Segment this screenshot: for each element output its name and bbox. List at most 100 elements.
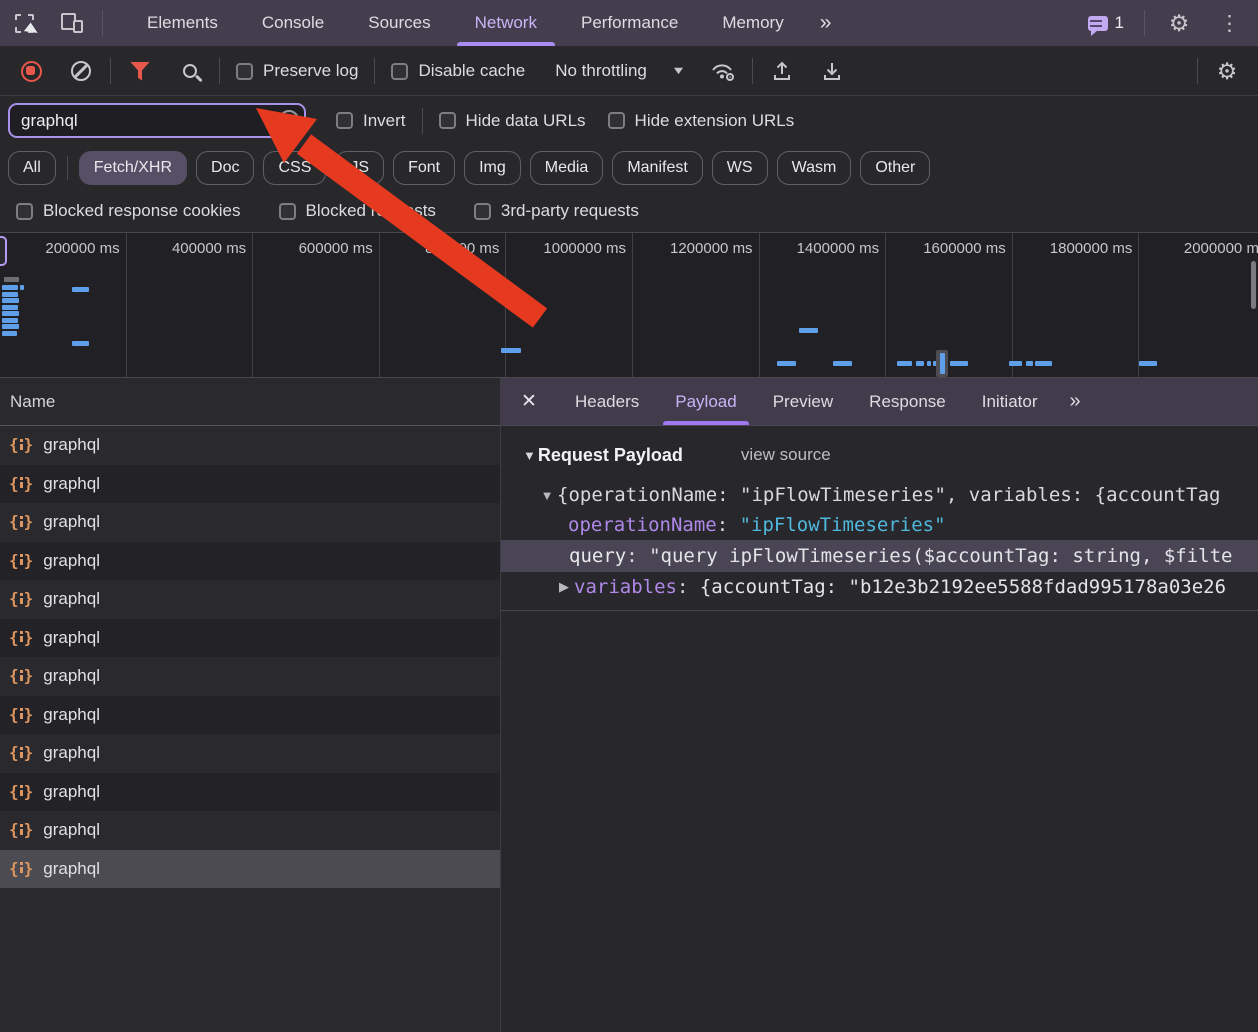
network-overview-timeline[interactable]: 200000 ms400000 ms600000 ms800000 ms1000… [0, 233, 1258, 378]
filter-input[interactable] [8, 103, 306, 138]
divider [374, 58, 375, 84]
extra-filter-checkbox[interactable] [279, 203, 296, 220]
customize-menu-button[interactable]: ⋮ [1207, 11, 1252, 36]
payload-operation-row[interactable]: operationName: "ipFlowTimeseries" [501, 510, 1258, 540]
preserve-log-toggle[interactable]: Preserve log [228, 61, 366, 81]
request-row[interactable]: graphql [0, 696, 500, 735]
type-filter-pill[interactable]: Wasm [777, 151, 852, 185]
close-details-button[interactable]: ✕ [501, 378, 557, 425]
json-request-icon [9, 553, 33, 569]
filter-toggle-button[interactable] [119, 53, 161, 89]
details-tab[interactable]: Initiator [964, 378, 1056, 425]
devtools-tab-bar: ElementsConsoleSourcesNetworkPerformance… [0, 0, 1258, 47]
details-tab[interactable]: Payload [657, 378, 754, 425]
issues-button[interactable]: 1 [1078, 13, 1134, 33]
record-icon [21, 61, 42, 82]
hide-data-urls-toggle[interactable]: Hide data URLs [433, 111, 592, 131]
type-filter-pill[interactable]: WS [712, 151, 768, 185]
extra-filter-toggle[interactable]: 3rd-party requests [466, 201, 647, 221]
main-tab[interactable]: Elements [125, 0, 240, 46]
json-request-icon [9, 861, 33, 877]
request-row[interactable]: graphql [0, 503, 500, 542]
hide-extension-urls-toggle[interactable]: Hide extension URLs [602, 111, 801, 131]
requests-panel: Name graphql graphql graphql graphql gra… [0, 378, 501, 1032]
timeline-range-handle[interactable] [0, 236, 7, 266]
type-filter-pill[interactable]: Manifest [612, 151, 702, 185]
gear-icon: ⚙ [1169, 12, 1190, 35]
clear-network-log-button[interactable] [60, 53, 102, 89]
type-filter-pill[interactable]: Doc [196, 151, 254, 185]
waterfall-bar [2, 298, 19, 303]
type-filter-pill[interactable]: CSS [263, 151, 326, 185]
request-row[interactable]: graphql [0, 734, 500, 773]
details-tab[interactable]: Headers [557, 378, 657, 425]
request-row[interactable]: graphql [0, 657, 500, 696]
extra-filter-toggle[interactable]: Blocked requests [271, 201, 444, 221]
clear-filter-icon[interactable]: ✕ [279, 110, 299, 130]
record-network-log-button[interactable] [10, 53, 52, 89]
type-filter-pill[interactable]: Other [860, 151, 930, 185]
extra-filter-checkbox[interactable] [474, 203, 491, 220]
more-tabs-button[interactable]: » [806, 0, 844, 46]
details-tab[interactable]: Response [851, 378, 964, 425]
expander-icon[interactable]: ▶ [554, 579, 574, 595]
type-filter-pill[interactable]: Media [530, 151, 604, 185]
export-har-button[interactable] [811, 53, 853, 89]
details-tab-bar: ✕ HeadersPayloadPreviewResponseInitiator… [501, 378, 1258, 426]
preserve-log-checkbox[interactable] [236, 63, 253, 80]
waterfall-bar [1139, 361, 1157, 366]
invert-filter-toggle[interactable]: Invert [330, 111, 412, 131]
hide-extension-urls-checkbox[interactable] [608, 112, 625, 129]
main-tab[interactable]: Console [240, 0, 346, 46]
type-filter-all[interactable]: All [8, 151, 56, 185]
waterfall-bar [897, 361, 912, 366]
type-filter-pill[interactable]: JS [335, 151, 384, 185]
throttling-dropdown[interactable]: No throttling ▼ [541, 61, 694, 81]
expander-icon[interactable]: ▼ [537, 488, 557, 503]
waterfall-bars [0, 233, 1258, 377]
waterfall-bar [950, 361, 968, 366]
request-row[interactable]: graphql [0, 619, 500, 658]
name-column-header[interactable]: Name [0, 378, 500, 426]
disable-cache-toggle[interactable]: Disable cache [383, 61, 533, 81]
request-row[interactable]: graphql [0, 580, 500, 619]
timeline-scrollbar[interactable] [1251, 261, 1256, 309]
settings-button[interactable]: ⚙ [1155, 12, 1203, 35]
details-tab[interactable]: Preview [755, 378, 851, 425]
network-conditions-button[interactable] [702, 53, 744, 89]
inspect-element-button[interactable] [0, 0, 48, 46]
view-source-link[interactable]: view source [741, 445, 831, 465]
main-tab[interactable]: Network [453, 0, 559, 46]
waterfall-bar [20, 285, 24, 290]
payload-root-row[interactable]: ▼{operationName: "ipFlowTimeseries", var… [501, 480, 1258, 510]
section-expander-icon[interactable]: ▼ [523, 448, 536, 463]
divider [102, 10, 103, 36]
type-filter-pill[interactable]: Img [464, 151, 521, 185]
divider [422, 108, 423, 134]
request-row[interactable]: graphql [0, 465, 500, 504]
import-har-button[interactable] [761, 53, 803, 89]
main-tab[interactable]: Performance [559, 0, 700, 46]
request-row[interactable]: graphql [0, 426, 500, 465]
payload-variables-row[interactable]: ▶variables: {accountTag: "b12e3b2192ee55… [501, 572, 1258, 602]
invert-checkbox[interactable] [336, 112, 353, 129]
extra-filter-checkbox[interactable] [16, 203, 33, 220]
main-tab[interactable]: Sources [346, 0, 452, 46]
request-row[interactable]: graphql [0, 773, 500, 812]
disable-cache-checkbox[interactable] [391, 63, 408, 80]
search-button[interactable] [169, 53, 211, 89]
more-details-tabs-button[interactable]: » [1055, 378, 1092, 425]
payload-query-row[interactable]: query: "query ipFlowTimeseries($accountT… [501, 540, 1258, 572]
waterfall-bar [940, 353, 945, 374]
network-settings-button[interactable]: ⚙ [1206, 53, 1248, 89]
device-toolbar-button[interactable] [48, 0, 96, 46]
hide-data-urls-checkbox[interactable] [439, 112, 456, 129]
request-list: graphql graphql graphql graphql graphql … [0, 426, 500, 1032]
type-filter-pill[interactable]: Fetch/XHR [79, 151, 187, 185]
request-row[interactable]: graphql [0, 542, 500, 581]
request-row[interactable]: graphql [0, 850, 500, 889]
extra-filter-toggle[interactable]: Blocked response cookies [8, 201, 249, 221]
main-tab[interactable]: Memory [700, 0, 805, 46]
request-row[interactable]: graphql [0, 811, 500, 850]
type-filter-pill[interactable]: Font [393, 151, 455, 185]
